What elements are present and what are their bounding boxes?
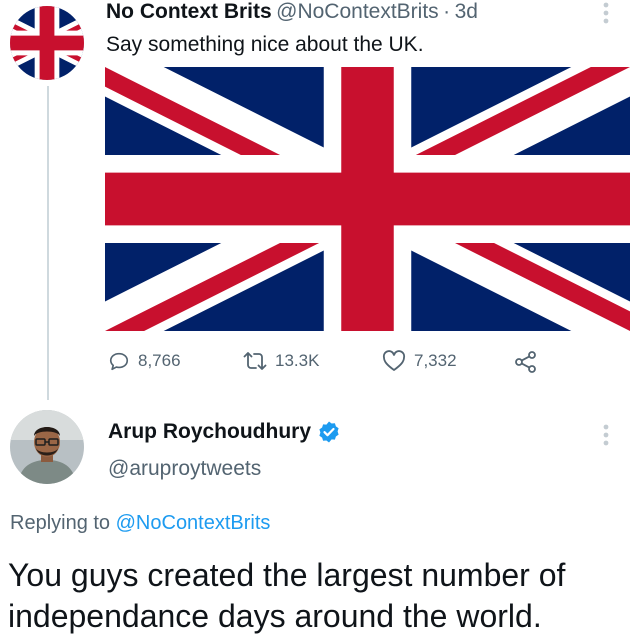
- share-action[interactable]: [514, 350, 546, 374]
- tweet1-author-handle[interactable]: @NoContextBrits: [276, 0, 439, 23]
- retweet-action[interactable]: 13.3K: [243, 350, 319, 372]
- avatar-aruproytweets[interactable]: [10, 410, 84, 484]
- person-avatar-icon: [10, 410, 84, 484]
- tweet1-media-image[interactable]: [105, 67, 630, 331]
- tweet2-text-line-2: independance days around the world.: [8, 598, 542, 634]
- replying-to-handle-link[interactable]: @NoContextBrits: [116, 512, 271, 534]
- retweet-icon: [243, 352, 267, 370]
- union-jack-flag-image: [105, 67, 630, 331]
- like-count: 7,332: [414, 351, 457, 370]
- replying-to: Replying to @NoContextBrits: [10, 512, 270, 535]
- tweet1-separator: ·: [443, 0, 451, 23]
- reply-count: 8,766: [138, 351, 181, 370]
- tweet1-text: Say something nice about the UK.: [106, 33, 424, 56]
- more-vertical-icon: [603, 2, 609, 24]
- heart-icon: [382, 350, 406, 371]
- union-jack-avatar-icon: [10, 6, 84, 80]
- tweet1-more-button[interactable]: [603, 2, 621, 24]
- tweet2-text-line-1: You guys created the largest number of: [8, 557, 566, 593]
- share-icon: [515, 351, 536, 373]
- tweet1-timestamp[interactable]: 3d: [455, 0, 478, 23]
- thread-line: [47, 86, 49, 400]
- replying-to-label: Replying to: [10, 512, 111, 534]
- avatar-nocontextbrits[interactable]: [10, 6, 84, 80]
- tweet2-author-name[interactable]: Arup Roychoudhury: [108, 420, 311, 444]
- tweet1-header: No Context Brits @NoContextBrits · 3d: [106, 0, 478, 24]
- verified-badge-icon: [319, 421, 339, 443]
- like-action[interactable]: 7,332: [382, 350, 457, 372]
- tweet2-more-button[interactable]: [603, 424, 621, 446]
- reply-action[interactable]: 8,766: [108, 350, 181, 372]
- tweet2-header: Arup Roychoudhury: [108, 420, 341, 444]
- more-vertical-icon: [603, 424, 609, 446]
- retweet-count: 13.3K: [275, 351, 320, 370]
- speech-bubble-icon: [109, 352, 129, 371]
- tweet2-author-handle[interactable]: @aruproytweets: [108, 457, 261, 481]
- tweet1-author-name[interactable]: No Context Brits: [106, 0, 272, 23]
